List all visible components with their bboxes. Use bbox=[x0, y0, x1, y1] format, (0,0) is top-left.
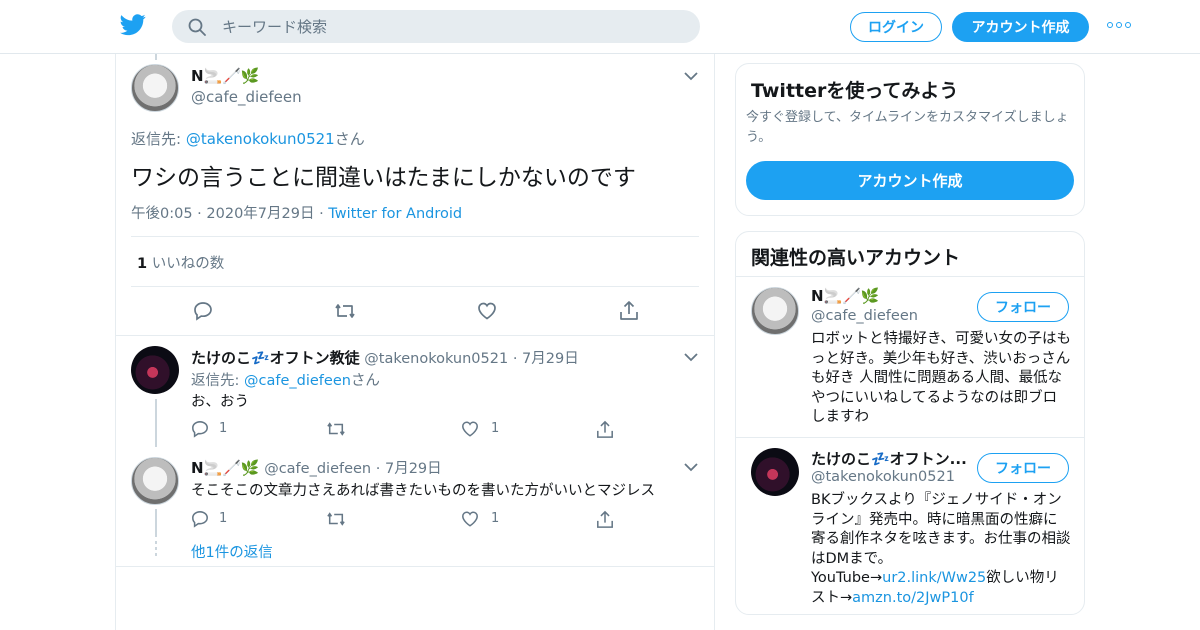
avatar[interactable] bbox=[131, 346, 179, 394]
card-description: 今すぐ登録して、タイムラインをカスタマイズしましょう。 bbox=[746, 110, 1069, 145]
chevron-down-icon[interactable] bbox=[684, 71, 698, 81]
author-name[interactable]: N🚬🦯🌿 bbox=[191, 459, 260, 477]
reply-tweet[interactable]: たけのこ💤オフトン教徒 @takenokokun0521 · 7月29日 返信先… bbox=[116, 337, 714, 447]
follow-button[interactable]: フォロー bbox=[977, 453, 1069, 483]
search-input[interactable] bbox=[222, 10, 682, 43]
reply-date[interactable]: 7月29日 bbox=[522, 351, 579, 367]
thread-line bbox=[155, 509, 157, 537]
more-dots-icon[interactable] bbox=[1107, 22, 1131, 30]
account-handle[interactable]: @cafe_diefeen bbox=[811, 308, 918, 324]
author-handle[interactable]: @cafe_diefeen bbox=[264, 461, 371, 477]
reply-suffix: さん bbox=[350, 373, 380, 389]
search-icon bbox=[188, 18, 206, 36]
retweet-icon[interactable] bbox=[325, 420, 347, 438]
reply-icon[interactable] bbox=[191, 510, 209, 528]
like-count: 1 bbox=[137, 256, 148, 272]
avatar[interactable] bbox=[131, 64, 179, 112]
signup-button[interactable]: アカウント作成 bbox=[952, 12, 1089, 42]
login-button[interactable]: ログイン bbox=[850, 12, 942, 42]
thread-line bbox=[155, 399, 157, 447]
tweet-meta: 午後0:05 · 2020年7月29日 · Twitter for Androi… bbox=[131, 206, 463, 222]
bio-youtube-link[interactable]: ur2.link/Ww25 bbox=[882, 570, 986, 586]
reply-tweet[interactable]: N🚬🦯🌿 @cafe_diefeen · 7月29日 そこそこの文章力さえあれば… bbox=[116, 447, 714, 537]
reply-prefix: 返信先: bbox=[131, 130, 186, 148]
reply-header: たけのこ💤オフトン教徒 @takenokokun0521 · 7月29日 bbox=[191, 349, 579, 367]
chevron-down-icon[interactable] bbox=[684, 462, 698, 472]
reply-count: 1 bbox=[219, 511, 228, 526]
reply-suffix: さん bbox=[334, 130, 365, 148]
avatar[interactable] bbox=[751, 448, 799, 496]
search-box[interactable] bbox=[172, 10, 700, 43]
like-count: 1 bbox=[491, 511, 500, 526]
account-bio: BKブックスより『ジェノサイド・オンライン』発売中。時に暗黒面の性癖に寄る創作ネ… bbox=[811, 491, 1071, 608]
avatar[interactable] bbox=[131, 457, 179, 505]
signup-card-button[interactable]: アカウント作成 bbox=[746, 161, 1074, 200]
main-tweet: N🚬🦯🌿 @cafe_diefeen 返信先: @takenokokun0521… bbox=[116, 54, 714, 336]
card-title: Twitterを使ってみよう bbox=[751, 80, 959, 102]
like-count-label: いいねの数 bbox=[151, 256, 225, 272]
author-name[interactable]: N🚬🦯🌿 bbox=[191, 67, 260, 85]
reply-count: 1 bbox=[219, 421, 228, 436]
author-handle[interactable]: @cafe_diefeen bbox=[191, 88, 302, 106]
divider bbox=[131, 286, 699, 287]
reply-header: N🚬🦯🌿 @cafe_diefeen · 7月29日 bbox=[191, 459, 442, 477]
reply-actions: 1 1 bbox=[191, 510, 671, 530]
divider bbox=[131, 236, 699, 237]
like-count: 1 bbox=[491, 421, 500, 436]
account-item[interactable]: N🚬🦯🌿 @cafe_diefeen フォロー ロボットと特撮好き、可愛い女の子… bbox=[736, 277, 1084, 437]
share-icon[interactable] bbox=[596, 510, 614, 529]
reply-icon[interactable] bbox=[191, 420, 209, 438]
top-header: ログイン アカウント作成 bbox=[0, 0, 1200, 54]
related-accounts-card: 関連性の高いアカウント N🚬🦯🌿 @cafe_diefeen フォロー ロボット… bbox=[735, 231, 1085, 615]
account-name[interactable]: N🚬🦯🌿 bbox=[811, 287, 880, 305]
share-icon[interactable] bbox=[619, 300, 639, 321]
heart-icon[interactable] bbox=[477, 301, 497, 321]
account-handle[interactable]: @takenokokun0521 bbox=[811, 469, 955, 485]
tweet-source-link[interactable]: Twitter for Android bbox=[328, 206, 462, 222]
reply-context: 返信先: @takenokokun0521さん bbox=[131, 128, 365, 149]
bio-wishlist-link[interactable]: amzn.to/2JwP10f bbox=[852, 590, 974, 606]
tweet-text: そこそこの文章力さえあれば書きたいものを書いた方がいいとマジレス bbox=[191, 483, 655, 499]
retweet-icon[interactable] bbox=[333, 301, 357, 321]
heart-icon[interactable] bbox=[461, 420, 479, 438]
thread-dots bbox=[155, 541, 157, 559]
twitter-bird-icon[interactable] bbox=[120, 14, 146, 36]
account-item[interactable]: たけのこ💤オフトン... @takenokokun0521 フォロー BKブック… bbox=[736, 438, 1084, 614]
heart-icon[interactable] bbox=[461, 510, 479, 528]
like-stats[interactable]: 1 いいねの数 bbox=[137, 252, 224, 273]
reply-prefix: 返信先: bbox=[191, 373, 244, 389]
reply-to-link[interactable]: @cafe_diefeen bbox=[244, 373, 351, 389]
bio-youtube-label: YouTube→ bbox=[811, 570, 883, 586]
card-title: 関連性の高いアカウント bbox=[751, 247, 961, 269]
tweet-date[interactable]: 2020年7月29日 bbox=[206, 206, 314, 222]
reply-actions: 1 1 bbox=[191, 420, 671, 440]
signup-card: Twitterを使ってみよう 今すぐ登録して、タイムラインをカスタマイズしましょ… bbox=[735, 63, 1085, 216]
reply-date[interactable]: 7月29日 bbox=[385, 461, 442, 477]
reply-icon[interactable] bbox=[193, 301, 213, 321]
author-handle[interactable]: @takenokokun0521 bbox=[364, 351, 508, 367]
tweet-time[interactable]: 午後0:05 bbox=[131, 206, 193, 222]
follow-button[interactable]: フォロー bbox=[977, 292, 1069, 322]
avatar[interactable] bbox=[751, 287, 799, 335]
account-name[interactable]: たけのこ💤オフトン... bbox=[811, 448, 971, 469]
share-icon[interactable] bbox=[596, 420, 614, 439]
reply-to-link[interactable]: @takenokokun0521 bbox=[186, 130, 335, 148]
author-name[interactable]: たけのこ💤オフトン教徒 bbox=[191, 349, 360, 367]
tweet-text: お、おう bbox=[191, 394, 249, 410]
account-bio: ロボットと特撮好き、可愛い女の子はもっと好き。美少年も好き、渋いおっさんも好き … bbox=[811, 331, 1071, 425]
more-replies-link[interactable]: 他1件の返信 bbox=[191, 541, 273, 562]
bio-text: BKブックスより『ジェノサイド・オンライン』発売中。時に暗黒面の性癖に寄る創作ネ… bbox=[811, 492, 1071, 567]
more-replies-row[interactable]: 他1件の返信 bbox=[116, 537, 714, 567]
tweet-text: ワシの言うことに間違いはたまにしかないのです bbox=[131, 165, 636, 191]
reply-context: 返信先: @cafe_diefeenさん bbox=[191, 369, 380, 390]
retweet-icon[interactable] bbox=[325, 510, 347, 528]
chevron-down-icon[interactable] bbox=[684, 352, 698, 362]
conversation-timeline: N🚬🦯🌿 @cafe_diefeen 返信先: @takenokokun0521… bbox=[115, 54, 715, 630]
